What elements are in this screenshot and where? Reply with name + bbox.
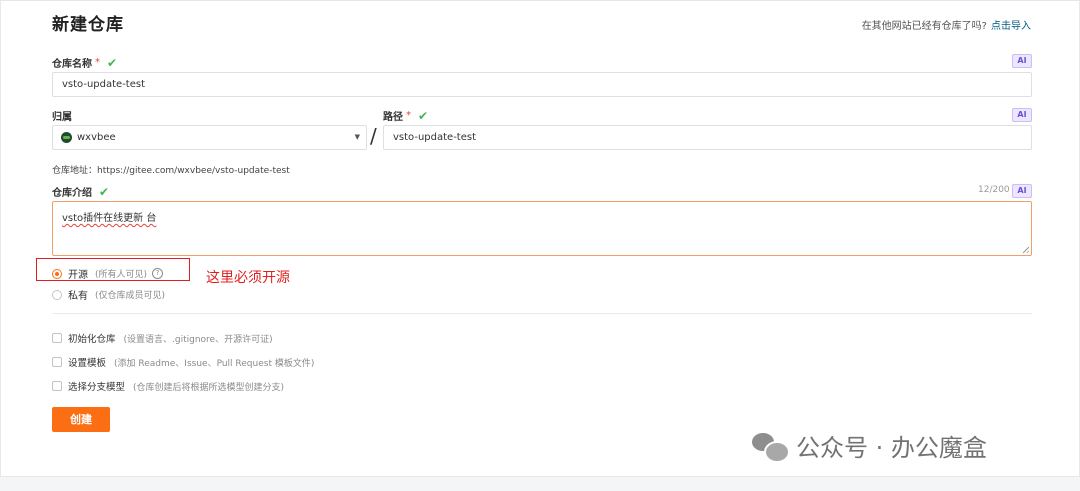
- path-input[interactable]: vsto-update-test: [383, 125, 1032, 150]
- repo-name-label: 仓库名称 * ✔: [52, 55, 118, 71]
- radio-public[interactable]: 开源 (所有人可见) ?: [52, 266, 164, 281]
- option-hint: (仓库创建后将根据所选模型创建分支): [133, 382, 285, 393]
- check-icon: ✔: [418, 108, 429, 123]
- top-rule: [0, 0, 1080, 1]
- checkbox[interactable]: [52, 333, 62, 343]
- ai-badge-description[interactable]: AI: [1012, 184, 1032, 198]
- required-mark: *: [406, 110, 411, 121]
- chevron-down-icon: ▼: [354, 133, 360, 141]
- option-branch-model[interactable]: 选择分支模型 (仓库创建后将根据所选模型创建分支): [52, 379, 284, 393]
- owner-select[interactable]: wxvbee ▼: [52, 125, 367, 150]
- radio-private[interactable]: 私有 (仅仓库成员可见): [52, 287, 165, 302]
- import-prompt-text: 在其他网站已经有仓库了吗?: [861, 21, 987, 32]
- help-icon[interactable]: ?: [152, 268, 164, 279]
- ai-badge-repo-name[interactable]: AI: [1012, 54, 1032, 68]
- repo-name-input[interactable]: vsto-update-test: [52, 72, 1032, 97]
- option-init-repo[interactable]: 初始化仓库 (设置语言、.gitignore、开源许可证): [52, 331, 273, 345]
- option-template[interactable]: 设置模板 (添加 Readme、Issue、Pull Request 模板文件): [52, 355, 314, 369]
- import-prompt: 在其他网站已经有仓库了吗? 点击导入: [862, 17, 1031, 32]
- import-link[interactable]: 点击导入: [991, 21, 1031, 32]
- option-label: 设置模板: [68, 358, 107, 369]
- checkbox[interactable]: [52, 357, 62, 367]
- option-hint: (添加 Readme、Issue、Pull Request 模板文件): [114, 358, 315, 369]
- owner-avatar: [61, 132, 72, 143]
- radio-selected-icon: [52, 268, 62, 279]
- left-border: [0, 0, 1, 476]
- path-separator: /: [370, 124, 377, 148]
- radio-public-hint: (所有人可见): [95, 270, 148, 280]
- owner-value: wxvbee: [77, 132, 116, 143]
- resize-grip-icon[interactable]: [1023, 247, 1029, 253]
- watermark: 公众号 · 办公魔盒: [752, 428, 987, 463]
- footer-band: [0, 476, 1080, 491]
- path-label: 路径 * ✔: [383, 108, 429, 124]
- divider: [52, 313, 1032, 314]
- repo-name-label-text: 仓库名称: [52, 59, 92, 70]
- description-label: 仓库介绍 ✔: [52, 184, 110, 200]
- description-text: vsto插件在线更新 台: [62, 213, 157, 224]
- option-label: 初始化仓库: [68, 334, 116, 345]
- checkbox[interactable]: [52, 381, 62, 391]
- page-title: 新建仓库: [52, 15, 124, 35]
- watermark-text: 公众号 · 办公魔盒: [796, 434, 987, 462]
- path-label-text: 路径: [383, 112, 403, 123]
- annotation-text: 这里必须开源: [206, 270, 290, 286]
- repo-address: 仓库地址：https://gitee.com/wxvbee/vsto-updat…: [52, 166, 290, 176]
- radio-private-label: 私有: [68, 291, 88, 302]
- owner-label-text: 归属: [52, 112, 72, 123]
- option-hint: (设置语言、.gitignore、开源许可证): [123, 334, 273, 345]
- check-icon: ✔: [107, 55, 118, 70]
- description-counter: 12/200: [978, 185, 1010, 195]
- wechat-icon: [752, 431, 790, 463]
- owner-label: 归属: [52, 108, 72, 123]
- ai-badge-path[interactable]: AI: [1012, 108, 1032, 122]
- radio-private-hint: (仅仓库成员可见): [95, 291, 166, 301]
- create-button[interactable]: 创建: [52, 407, 110, 432]
- description-label-text: 仓库介绍: [52, 188, 92, 199]
- check-icon: ✔: [99, 184, 110, 199]
- radio-public-label: 开源: [68, 270, 88, 281]
- required-mark: *: [95, 57, 100, 68]
- description-textarea[interactable]: vsto插件在线更新 台: [52, 201, 1032, 256]
- radio-unselected-icon: [52, 289, 62, 300]
- option-label: 选择分支模型: [68, 382, 126, 393]
